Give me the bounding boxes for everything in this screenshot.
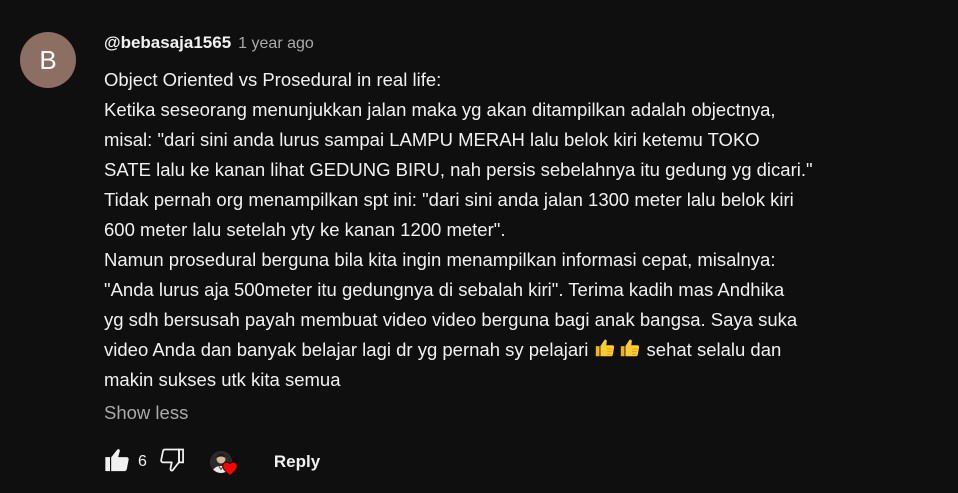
like-count: 6 — [138, 453, 147, 470]
comment-text: Object Oriented vs Prosedural in real li… — [104, 65, 924, 395]
creator-heart[interactable] — [207, 445, 241, 479]
author-avatar[interactable]: B — [20, 32, 76, 88]
comment-line-text: video Anda dan banyak belajar lagi dr yg… — [104, 339, 589, 360]
comment-line: Tidak pernah org menampilkan spt ini: "d… — [104, 189, 794, 210]
comment-timestamp[interactable]: 1 year ago — [238, 35, 314, 53]
thumbs-up-icon — [103, 446, 131, 479]
thumbs-up-emoji-icon — [594, 337, 616, 359]
comment-line-with-emoji: video Anda dan banyak belajar lagi dr yg… — [104, 335, 924, 365]
comment-line: makin sukses utk kita semua — [104, 369, 341, 390]
comment-header: @bebasaja1565 1 year ago — [104, 33, 314, 53]
comment-line: 600 meter lalu setelah yty ke kanan 1200… — [104, 219, 506, 240]
dislike-button[interactable] — [155, 445, 189, 479]
comment-line: SATE lalu ke kanan lihat GEDUNG BIRU, na… — [104, 159, 813, 180]
like-button[interactable] — [100, 445, 134, 479]
comment-line: yg sdh bersusah payah membuat video vide… — [104, 309, 798, 330]
comment-line: Ketika seseorang menunjukkan jalan maka … — [104, 99, 776, 120]
thumbs-down-icon — [158, 446, 186, 479]
avatar-letter: B — [39, 44, 57, 75]
creator-heart-icon — [221, 460, 239, 481]
comment-line-text: sehat selalu dan — [641, 339, 782, 360]
thumbs-up-emoji-icon — [619, 337, 641, 359]
comment-line: misal: "dari sini anda lurus sampai LAMP… — [104, 129, 760, 150]
comment-actions: 6 Reply — [100, 444, 326, 480]
author-name[interactable]: @bebasaja1565 — [104, 33, 231, 53]
comment-line: Namun prosedural berguna bila kita ingin… — [104, 249, 776, 270]
comment-line: Object Oriented vs Prosedural in real li… — [104, 69, 442, 90]
show-less-button[interactable]: Show less — [104, 402, 188, 424]
reply-button[interactable]: Reply — [268, 446, 326, 478]
comment-line: "Anda lurus aja 500meter itu gedungnya d… — [104, 279, 785, 300]
